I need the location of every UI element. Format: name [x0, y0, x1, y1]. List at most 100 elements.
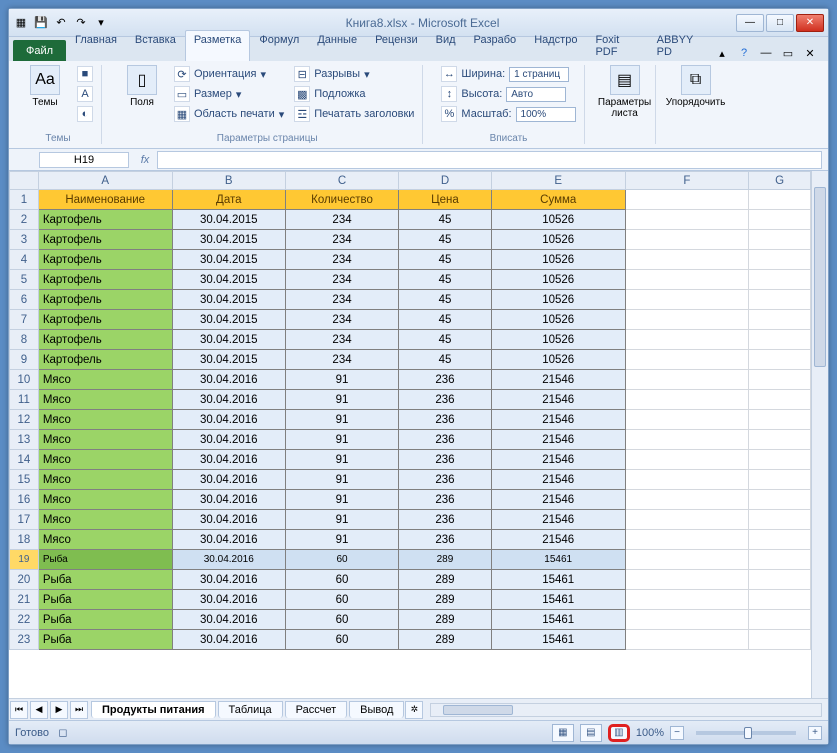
cell[interactable] [749, 230, 811, 250]
margins-button[interactable]: ▯ Поля [118, 65, 166, 108]
tab-nav-next[interactable]: ▶ [50, 701, 68, 719]
row-header[interactable]: 8 [10, 330, 39, 350]
cell[interactable] [625, 330, 749, 350]
view-page-layout-button[interactable]: ▤ [580, 724, 602, 742]
cell[interactable] [625, 350, 749, 370]
cell[interactable]: 45 [399, 290, 492, 310]
macro-record-icon[interactable]: ◻ [55, 725, 71, 741]
cell[interactable]: 10526 [491, 250, 625, 270]
cell[interactable]: 289 [399, 550, 492, 570]
cell[interactable]: 45 [399, 250, 492, 270]
cell[interactable]: 10526 [491, 230, 625, 250]
cell[interactable]: 234 [285, 210, 398, 230]
cell[interactable] [625, 230, 749, 250]
sheet-tab[interactable]: Рассчет [285, 701, 348, 718]
cell[interactable]: 236 [399, 470, 492, 490]
theme-colors[interactable]: ■ [75, 65, 95, 83]
cell[interactable]: 30.04.2015 [172, 290, 285, 310]
cell[interactable]: 30.04.2016 [172, 450, 285, 470]
cell[interactable]: 60 [285, 610, 398, 630]
sheet-tab[interactable]: Вывод [349, 701, 404, 718]
row-header[interactable]: 14 [10, 450, 39, 470]
cell[interactable]: Наименование [38, 190, 172, 210]
cell[interactable]: 30.04.2016 [172, 390, 285, 410]
new-sheet-icon[interactable]: ✲ [405, 701, 423, 719]
cell[interactable]: 234 [285, 350, 398, 370]
cell[interactable]: 15461 [491, 550, 625, 570]
cell[interactable]: 21546 [491, 390, 625, 410]
cell[interactable] [749, 250, 811, 270]
cell[interactable]: Картофель [38, 270, 172, 290]
cell[interactable]: 289 [399, 590, 492, 610]
cell[interactable]: 30.04.2016 [172, 550, 285, 570]
row-header[interactable]: 17 [10, 510, 39, 530]
undo-icon[interactable]: ↶ [53, 15, 69, 31]
cell[interactable]: 60 [285, 570, 398, 590]
cell[interactable]: 91 [285, 370, 398, 390]
cell[interactable]: 21546 [491, 530, 625, 550]
cell[interactable] [749, 370, 811, 390]
save-icon[interactable]: 💾 [33, 15, 49, 31]
cell[interactable]: Мясо [38, 390, 172, 410]
tab-nav-last[interactable]: ⏭ [70, 701, 88, 719]
row-header[interactable]: 9 [10, 350, 39, 370]
cell[interactable]: Рыба [38, 550, 172, 570]
row-header[interactable]: 21 [10, 590, 39, 610]
row-header[interactable]: 13 [10, 430, 39, 450]
cell[interactable] [625, 630, 749, 650]
view-page-break-button[interactable]: ▥ [608, 724, 630, 742]
cell[interactable] [749, 530, 811, 550]
row-header[interactable]: 3 [10, 230, 39, 250]
cell[interactable]: 30.04.2015 [172, 310, 285, 330]
arrange-button[interactable]: ⧉ Упорядочить [672, 65, 720, 108]
cell[interactable]: 60 [285, 630, 398, 650]
cell[interactable] [625, 390, 749, 410]
cell[interactable] [749, 190, 811, 210]
cell[interactable]: 30.04.2015 [172, 270, 285, 290]
cell[interactable]: Мясо [38, 430, 172, 450]
row-header[interactable]: 6 [10, 290, 39, 310]
cell[interactable]: Мясо [38, 370, 172, 390]
cell[interactable]: 91 [285, 430, 398, 450]
row-header[interactable]: 19 [10, 550, 39, 570]
breaks-button[interactable]: ⊟Разрывы ▾ [292, 65, 416, 83]
cell[interactable] [625, 550, 749, 570]
row-header[interactable]: 1 [10, 190, 39, 210]
cell[interactable]: Картофель [38, 250, 172, 270]
cell[interactable] [749, 490, 811, 510]
formula-input[interactable] [157, 151, 822, 169]
tab-Разрабо[interactable]: Разрабо [465, 30, 526, 61]
cell[interactable]: 234 [285, 330, 398, 350]
cell[interactable] [625, 590, 749, 610]
view-normal-button[interactable]: ▦ [552, 724, 574, 742]
cell[interactable]: 30.04.2016 [172, 430, 285, 450]
cell[interactable]: 30.04.2016 [172, 530, 285, 550]
cell[interactable]: 236 [399, 410, 492, 430]
row-header[interactable]: 22 [10, 610, 39, 630]
tab-Главная[interactable]: Главная [66, 30, 126, 61]
child-restore-icon[interactable]: ▭ [780, 45, 796, 61]
cell[interactable]: Картофель [38, 330, 172, 350]
tab-Вставка[interactable]: Вставка [126, 30, 185, 61]
cell[interactable]: 91 [285, 450, 398, 470]
cell[interactable] [749, 390, 811, 410]
grid[interactable]: ABCDEFG1НаименованиеДатаКоличествоЦенаСу… [9, 171, 811, 698]
close-button[interactable]: ✕ [796, 14, 824, 32]
row-header[interactable]: 7 [10, 310, 39, 330]
cell[interactable] [625, 490, 749, 510]
cell[interactable] [625, 310, 749, 330]
cell[interactable]: 30.04.2016 [172, 510, 285, 530]
cell[interactable]: 91 [285, 510, 398, 530]
cell[interactable]: 30.04.2015 [172, 350, 285, 370]
select-all-corner[interactable] [10, 172, 39, 190]
col-header[interactable]: C [285, 172, 398, 190]
cell[interactable]: 234 [285, 230, 398, 250]
cell[interactable]: 91 [285, 410, 398, 430]
col-header[interactable]: D [399, 172, 492, 190]
cell[interactable] [749, 510, 811, 530]
cell[interactable] [749, 570, 811, 590]
cell[interactable]: 15461 [491, 590, 625, 610]
theme-effects[interactable]: ◐ [75, 105, 95, 123]
tab-nav-first[interactable]: ⏮ [10, 701, 28, 719]
fit-scale[interactable]: %Масштаб: 100% [439, 105, 577, 123]
